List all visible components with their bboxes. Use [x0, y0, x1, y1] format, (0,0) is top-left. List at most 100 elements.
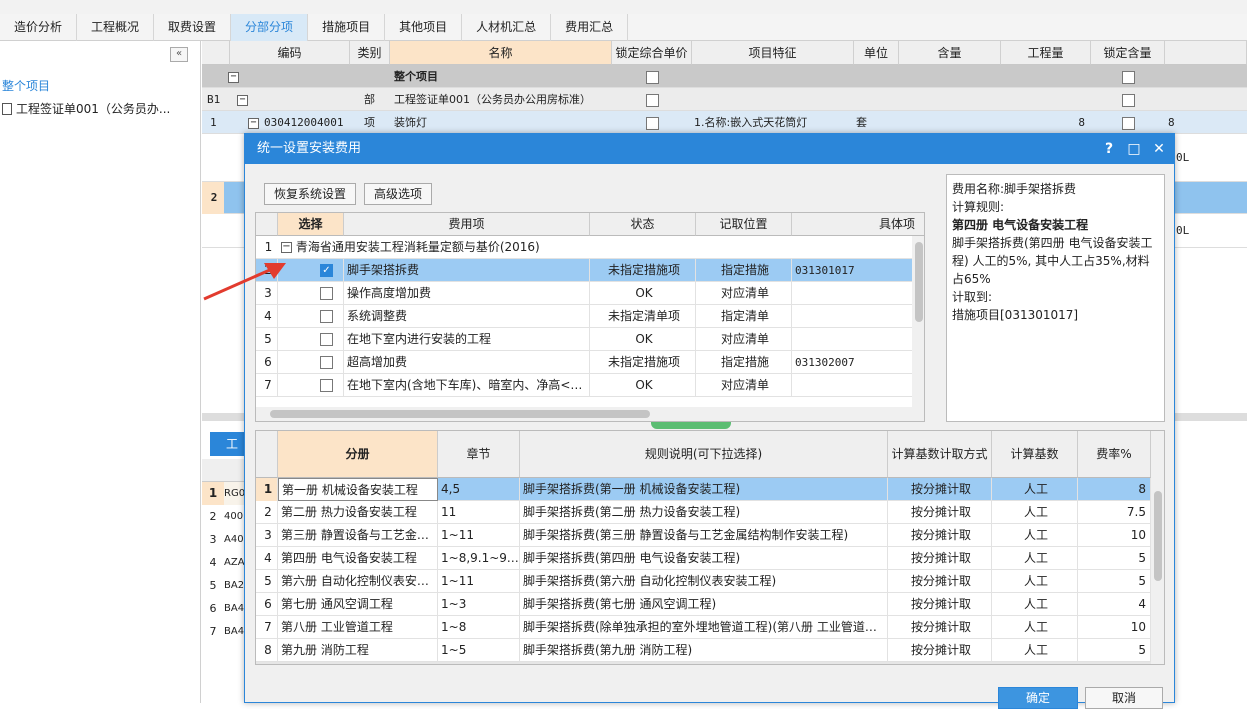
lock-price-checkbox[interactable]	[644, 65, 664, 88]
lower-header-book[interactable]: 分册	[278, 431, 438, 478]
rule-row[interactable]: 1 第一册 机械设备安装工程 4,5 脚手架搭拆费(第一册 机械设备安装工程) …	[256, 478, 1151, 501]
close-icon[interactable]: ✕	[1147, 134, 1171, 164]
grid-row-item-1[interactable]: 1 − 030412004001 项 装饰灯 1.名称:嵌入式天花筒灯 套 8 …	[202, 111, 1247, 134]
rule-chapter[interactable]: 1~3	[438, 593, 520, 616]
rule-book[interactable]: 第八册 工业管道工程	[278, 616, 438, 639]
rule-base[interactable]: 人工	[992, 639, 1078, 662]
grid-row-division[interactable]: B1 − 部 工程签证单001（公务员办公用房标准）	[202, 88, 1247, 111]
splitter-handle[interactable]	[651, 422, 731, 429]
rule-desc[interactable]: 脚手架搭拆费(第一册 机械设备安装工程)	[520, 478, 888, 501]
lock-content-checkbox[interactable]	[1120, 88, 1140, 111]
rule-desc[interactable]: 脚手架搭拆费(除单独承担的室外埋地管道工程)(第八册 工业管道…	[520, 616, 888, 639]
rule-chapter[interactable]: 1~5	[438, 639, 520, 662]
rule-rate[interactable]: 4	[1078, 593, 1151, 616]
ok-button[interactable]: 确定	[998, 687, 1078, 709]
fee-row[interactable]: 7 在地下室内(含地下车库)、暗室内、净高<… OK 对应清单	[256, 374, 924, 397]
lower-tab[interactable]: 工	[210, 432, 247, 456]
lower-header-mode[interactable]: 计算基数计取方式	[888, 431, 992, 478]
rule-chapter[interactable]: 4,5	[438, 478, 520, 501]
rule-desc[interactable]: 脚手架搭拆费(第九册 消防工程)	[520, 639, 888, 662]
upper-vscroll[interactable]	[912, 236, 924, 421]
rule-rate[interactable]: 7.5	[1078, 501, 1151, 524]
rule-book[interactable]: 第七册 通风空调工程	[278, 593, 438, 616]
rule-base[interactable]: 人工	[992, 478, 1078, 501]
sidebar-collapse-button[interactable]: «	[170, 47, 188, 62]
fee-position[interactable]: 指定措施	[696, 259, 792, 282]
rule-rate[interactable]: 8	[1078, 478, 1151, 501]
upper-header-status[interactable]: 状态	[590, 213, 696, 236]
help-icon[interactable]: ?	[1097, 134, 1121, 164]
lock-price-checkbox[interactable]	[644, 88, 664, 111]
tab-sub-items[interactable]: 分部分项	[231, 14, 309, 41]
scroll-thumb[interactable]	[270, 410, 650, 418]
fee-checkbox[interactable]	[278, 305, 344, 328]
fee-position[interactable]: 对应清单	[696, 282, 792, 305]
upper-header-select[interactable]: 选择	[278, 213, 344, 236]
scroll-thumb[interactable]	[1154, 491, 1162, 581]
rule-mode[interactable]: 按分摊计取	[888, 478, 992, 501]
rule-base[interactable]: 人工	[992, 570, 1078, 593]
lower-header-base[interactable]: 计算基数	[992, 431, 1078, 478]
rule-desc[interactable]: 脚手架搭拆费(第二册 热力设备安装工程)	[520, 501, 888, 524]
rule-chapter[interactable]: 1~8,9.1~9.…	[438, 547, 520, 570]
rule-book[interactable]: 第一册 机械设备安装工程	[278, 478, 438, 501]
upper-header-fee-item[interactable]: 费用项	[344, 213, 590, 236]
rule-chapter[interactable]: 1~11	[438, 570, 520, 593]
rule-mode[interactable]: 按分摊计取	[888, 593, 992, 616]
rule-base[interactable]: 人工	[992, 524, 1078, 547]
lock-content-checkbox[interactable]	[1120, 111, 1140, 134]
upper-header-item[interactable]: 具体项	[792, 213, 924, 236]
rule-chapter[interactable]: 1~11	[438, 524, 520, 547]
rule-rate[interactable]: 5	[1078, 639, 1151, 662]
lock-price-checkbox[interactable]	[644, 111, 664, 134]
fee-row[interactable]: 2 ✓ 脚手架搭拆费 未指定措施项 指定措施 031301017	[256, 259, 924, 282]
lower-vscroll[interactable]	[1151, 431, 1164, 664]
rule-desc[interactable]: 脚手架搭拆费(第六册 自动化控制仪表安装工程)	[520, 570, 888, 593]
fee-checkbox[interactable]	[278, 328, 344, 351]
fee-position[interactable]: 指定清单	[696, 305, 792, 328]
grid-header-lock-content[interactable]: 锁定含量	[1091, 41, 1165, 65]
fee-item[interactable]: 031301017	[792, 259, 924, 282]
fee-item[interactable]	[792, 282, 924, 305]
rule-chapter[interactable]: 1~8	[438, 616, 520, 639]
lower-header-chapter[interactable]: 章节	[438, 431, 520, 478]
rule-row[interactable]: 4 第四册 电气设备安装工程 1~8,9.1~9.… 脚手架搭拆费(第四册 电气…	[256, 547, 1151, 570]
fee-row[interactable]: 4 系统调整费 未指定清单项 指定清单	[256, 305, 924, 328]
grid-header-unit[interactable]: 单位	[854, 41, 899, 65]
rule-base[interactable]: 人工	[992, 616, 1078, 639]
fee-row[interactable]: 5 在地下室内进行安装的工程 OK 对应清单	[256, 328, 924, 351]
rule-base[interactable]: 人工	[992, 501, 1078, 524]
fee-position[interactable]: 对应清单	[696, 374, 792, 397]
rule-book[interactable]: 第二册 热力设备安装工程	[278, 501, 438, 524]
tab-other-items[interactable]: 其他项目	[385, 14, 463, 41]
rule-row[interactable]: 5 第六册 自动化控制仪表安… 1~11 脚手架搭拆费(第六册 自动化控制仪表安…	[256, 570, 1151, 593]
fee-item[interactable]	[792, 328, 924, 351]
upper-header-position[interactable]: 记取位置	[696, 213, 792, 236]
fee-item[interactable]	[792, 374, 924, 397]
rule-row[interactable]: 8 第九册 消防工程 1~5 脚手架搭拆费(第九册 消防工程) 按分摊计取 人工…	[256, 639, 1151, 662]
rule-mode[interactable]: 按分摊计取	[888, 501, 992, 524]
rule-row[interactable]: 2 第二册 热力设备安装工程 11 脚手架搭拆费(第二册 热力设备安装工程) 按…	[256, 501, 1151, 524]
collapse-toggle[interactable]: −	[226, 65, 246, 88]
tab-project-overview[interactable]: 工程概况	[77, 14, 155, 41]
upper-hscroll[interactable]	[256, 407, 912, 421]
advanced-options-button[interactable]: 高级选项	[364, 183, 433, 205]
rule-desc[interactable]: 脚手架搭拆费(第三册 静置设备与工艺金属结构制作安装工程)	[520, 524, 888, 547]
rule-row[interactable]: 3 第三册 静置设备与工艺金… 1~11 脚手架搭拆费(第三册 静置设备与工艺金…	[256, 524, 1151, 547]
rule-rate[interactable]: 10	[1078, 616, 1151, 639]
rule-rate[interactable]: 5	[1078, 547, 1151, 570]
tree-root-item[interactable]: 整个项目	[2, 77, 50, 94]
tree-item-visa[interactable]: 工程签证单001（公务员办...	[2, 100, 170, 117]
tab-fee-summary[interactable]: 费用汇总	[551, 14, 629, 41]
fee-position[interactable]: 指定措施	[696, 351, 792, 374]
tab-labor-material[interactable]: 人材机汇总	[462, 14, 552, 41]
rule-desc[interactable]: 脚手架搭拆费(第七册 通风空调工程)	[520, 593, 888, 616]
tab-fee-settings[interactable]: 取费设置	[154, 14, 232, 41]
grid-header-lock-price[interactable]: 锁定综合单价	[612, 41, 692, 65]
rule-book[interactable]: 第四册 电气设备安装工程	[278, 547, 438, 570]
collapse-toggle[interactable]: −	[281, 242, 292, 253]
fee-checkbox[interactable]	[278, 351, 344, 374]
grid-header-name[interactable]: 名称	[390, 41, 612, 65]
fee-item[interactable]	[792, 305, 924, 328]
tab-cost-analysis[interactable]: 造价分析	[0, 14, 78, 41]
